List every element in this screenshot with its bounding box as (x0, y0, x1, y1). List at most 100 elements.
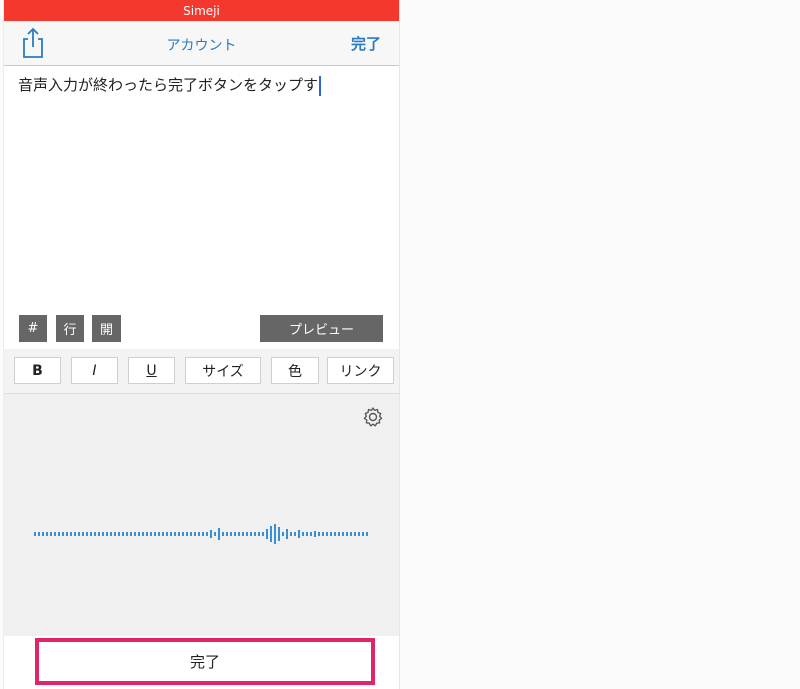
bold-button[interactable]: B (14, 357, 61, 384)
preview-button[interactable]: プレビュー (260, 315, 383, 342)
waveform-bar (82, 532, 84, 536)
waveform-bar (206, 532, 208, 536)
waveform-bar (362, 532, 364, 536)
waveform-bar (170, 532, 172, 536)
waveform-bar (86, 532, 88, 536)
waveform-bar (294, 532, 296, 536)
waveform-bar (302, 532, 304, 536)
waveform-bar (366, 532, 368, 536)
waveform-bar (146, 532, 148, 536)
done-button-nav[interactable]: 完了 (351, 33, 381, 54)
waveform-bar (126, 532, 128, 536)
waveform-bar (46, 532, 48, 536)
waveform-bar (50, 532, 52, 536)
done-button[interactable]: 完了 (35, 638, 375, 685)
waveform-bar (94, 532, 96, 536)
waveform-bar (198, 532, 200, 536)
waveform-bar (314, 531, 316, 537)
waveform-bar (266, 529, 268, 539)
phone-screen: Simeji アカウント 完了 音声入力が終わったら完了ボタンをタップす # 行… (3, 0, 400, 689)
waveform-bar (202, 532, 204, 536)
waveform-bar (150, 532, 152, 536)
waveform-bar (358, 532, 360, 536)
waveform-bar (138, 532, 140, 536)
waveform-bar (178, 532, 180, 536)
waveform-bar (278, 527, 280, 541)
waveform-bar (70, 532, 72, 536)
waveform-bar (250, 532, 252, 536)
waveform-bar (246, 532, 248, 536)
waveform-bar (34, 532, 36, 536)
link-button[interactable]: リンク (327, 357, 394, 384)
waveform-bar (354, 532, 356, 536)
editor-text: 音声入力が終わったら完了ボタンをタップす (18, 76, 319, 94)
waveform-bar (342, 532, 344, 536)
hash-button[interactable]: # (19, 315, 47, 342)
waveform-bar (186, 532, 188, 536)
waveform-bar (330, 532, 332, 536)
underline-button[interactable]: U (128, 357, 175, 384)
size-button[interactable]: サイズ (185, 357, 261, 384)
nav-title[interactable]: アカウント (4, 35, 399, 55)
waveform-bar (98, 532, 100, 536)
open-button[interactable]: 開 (92, 315, 121, 342)
voice-input-keyboard (4, 393, 399, 637)
waveform-bar (274, 524, 276, 544)
waveform-bar (254, 532, 256, 536)
waveform-bar (114, 532, 116, 536)
waveform-bar (234, 532, 236, 536)
color-button[interactable]: 色 (271, 357, 319, 384)
waveform-bar (238, 532, 240, 536)
waveform-bar (262, 532, 264, 536)
waveform-bar (106, 532, 108, 536)
waveform-bar (66, 532, 68, 536)
waveform-bar (182, 532, 184, 536)
text-caret (319, 75, 322, 96)
waveform-bar (306, 532, 308, 536)
waveform-bar (334, 532, 336, 536)
waveform-bar (162, 532, 164, 536)
waveform-bar (218, 528, 220, 540)
waveform-bar (258, 532, 260, 536)
waveform-bar (322, 532, 324, 536)
settings-button[interactable] (362, 406, 384, 428)
waveform-bar (154, 532, 156, 536)
waveform-bar (214, 532, 216, 536)
waveform-bar (270, 526, 272, 542)
waveform-bar (166, 532, 168, 536)
waveform-bar (230, 532, 232, 536)
voice-waveform (34, 524, 368, 544)
waveform-bar (54, 532, 56, 536)
waveform-bar (42, 532, 44, 536)
waveform-bar (290, 532, 292, 536)
status-app-name: Simeji (183, 3, 220, 18)
waveform-bar (102, 532, 104, 536)
waveform-bar (174, 532, 176, 536)
waveform-bar (338, 532, 340, 536)
waveform-bar (110, 532, 112, 536)
waveform-bar (282, 532, 284, 536)
waveform-bar (242, 532, 244, 536)
line-button[interactable]: 行 (56, 315, 84, 342)
waveform-bar (326, 532, 328, 536)
waveform-bar (134, 532, 136, 536)
format-toolbar: B I U サイズ 色 リンク (4, 349, 399, 393)
status-bar: Simeji (4, 0, 399, 21)
waveform-bar (38, 532, 40, 536)
waveform-bar (350, 532, 352, 536)
navigation-bar: アカウント 完了 (4, 21, 399, 66)
waveform-bar (194, 532, 196, 536)
waveform-bar (74, 532, 76, 536)
waveform-bar (190, 532, 192, 536)
waveform-bar (346, 532, 348, 536)
waveform-bar (58, 532, 60, 536)
waveform-bar (158, 532, 160, 536)
italic-button[interactable]: I (71, 357, 118, 384)
waveform-bar (130, 532, 132, 536)
waveform-bar (286, 529, 288, 539)
waveform-bar (310, 532, 312, 536)
waveform-bar (318, 532, 320, 536)
text-editor[interactable]: 音声入力が終わったら完了ボタンをタップす (18, 74, 389, 96)
gear-icon (363, 407, 383, 427)
waveform-bar (226, 532, 228, 536)
